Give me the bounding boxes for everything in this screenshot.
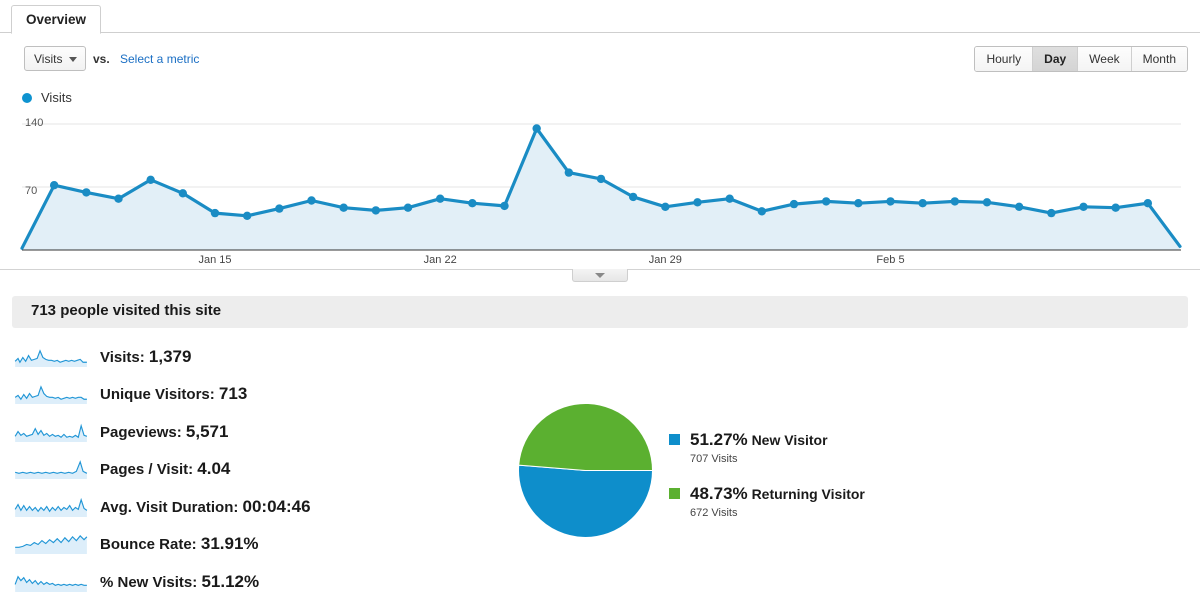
tab-strip: Overview <box>0 0 1200 34</box>
chart-legend: Visits <box>22 90 72 105</box>
pie-legend-returning-visitor-main: 48.73% Returning Visitor <box>690 484 1069 504</box>
pie-legend: 51.27% New Visitor 707 Visits 48.73% Ret… <box>669 430 1069 538</box>
summary-band: 713 people visited this site <box>12 296 1188 328</box>
metric-value: 51.12% <box>201 571 260 591</box>
pie-legend-new-visitor-visits: 707 Visits <box>690 453 738 465</box>
chevron-down-icon <box>69 57 77 62</box>
tab-strip-left-stub <box>0 0 11 33</box>
metric-row[interactable]: Pages / Visit: 4.04 <box>0 451 480 489</box>
new-visits-sparkline <box>14 575 87 592</box>
x-axis-tick-jan-22: Jan 22 <box>423 254 457 266</box>
metric-label: Pages / Visit: <box>100 461 198 479</box>
visits-time-series-chart[interactable] <box>0 113 1200 273</box>
chart-controls: Visits vs. Select a metric Hourly Day We… <box>0 33 1200 87</box>
tab-overview[interactable]: Overview <box>11 5 102 34</box>
pie-slice[interactable] <box>518 402 654 471</box>
metric-label: Unique Visitors: <box>100 386 219 404</box>
legend-dot-icon <box>22 92 32 103</box>
metric-row[interactable]: Pageviews: 5,571 <box>0 413 480 451</box>
unique-visitors-sparkline <box>14 385 87 405</box>
pie-legend-new-visitor-label: New Visitor <box>751 432 828 448</box>
pie-legend-item-returning-visitor[interactable]: 48.73% Returning Visitor 672 Visits <box>669 484 1069 519</box>
pie-legend-new-visitor-main: 51.27% New Visitor <box>690 430 1069 450</box>
summary-title: 713 people visited this site <box>31 302 222 319</box>
metric-label: Visits: <box>100 348 149 366</box>
metric-text: Avg. Visit Duration: 00:04:46 <box>100 497 311 517</box>
metric-text: Visits: 1,379 <box>100 347 191 367</box>
bounce-rate-sparkline <box>15 535 88 555</box>
y-axis-tick-140: 140 <box>25 117 44 129</box>
pie-legend-new-visitor-percent: 51.27% <box>690 430 748 449</box>
metric-select-dropdown[interactable]: Visits <box>24 46 86 71</box>
pie-slice[interactable] <box>518 464 654 538</box>
metric-row[interactable]: % New Visits: 51.12% <box>0 563 480 601</box>
pie-swatch-returning-visitor-icon <box>669 488 680 499</box>
metric-row[interactable]: Visits: 1,379 <box>0 338 480 376</box>
pie-legend-item-new-visitor[interactable]: 51.27% New Visitor 707 Visits <box>669 430 1069 465</box>
new-vs-returning-pie-chart[interactable] <box>518 402 654 538</box>
pages-per-visit-sparkline <box>15 460 88 480</box>
x-axis-tick-jan-15: Jan 15 <box>198 254 232 266</box>
metric-label: Bounce Rate: <box>100 536 201 554</box>
granularity-month[interactable]: Month <box>1131 47 1187 71</box>
y-axis-tick-70: 70 <box>25 185 38 197</box>
visits-sparkline <box>14 348 87 367</box>
metric-value: 31.91% <box>200 534 259 554</box>
metric-text: % New Visits: 51.12% <box>100 572 259 592</box>
metric-select-value: Visits <box>34 52 63 66</box>
metrics-list: Visits: 1,379 Unique Visitors: 713 Pagevie… <box>0 338 480 601</box>
metric-value: 00:04:46 <box>242 496 311 516</box>
metric-label: % New Visits: <box>100 573 202 591</box>
granularity-segmented-control: Hourly Day Week Month <box>974 46 1188 72</box>
vs-label: vs. <box>93 52 110 66</box>
avg-visit-duration-sparkline <box>14 497 88 517</box>
x-axis-tick-feb-5: Feb 5 <box>876 254 905 266</box>
metric-text: Pages / Visit: 4.04 <box>100 459 230 479</box>
select-a-metric-link[interactable]: Select a metric <box>120 52 199 66</box>
granularity-day[interactable]: Day <box>1033 47 1079 71</box>
pie-legend-returning-visitor-visits: 672 Visits <box>690 507 738 519</box>
pie-legend-returning-visitor-percent: 48.73% <box>690 484 748 503</box>
metric-value: 4.04 <box>197 459 231 479</box>
chevron-down-icon <box>595 273 605 278</box>
metric-value: 713 <box>218 384 248 404</box>
pie-legend-returning-visitor-label: Returning Visitor <box>751 486 865 502</box>
metric-value: 1,379 <box>148 346 192 366</box>
granularity-week[interactable]: Week <box>1078 47 1132 71</box>
collapse-chart-button[interactable] <box>572 269 628 282</box>
chart-legend-label: Visits <box>41 90 72 105</box>
metric-text: Unique Visitors: 713 <box>100 384 247 404</box>
metric-row[interactable]: Unique Visitors: 713 <box>0 376 480 414</box>
x-axis-tick-jan-29: Jan 29 <box>648 254 682 266</box>
metric-value: 5,571 <box>185 421 229 441</box>
metric-label: Avg. Visit Duration: <box>100 498 243 516</box>
metric-row[interactable]: Avg. Visit Duration: 00:04:46 <box>0 488 480 526</box>
metric-label: Pageviews: <box>100 423 186 441</box>
tab-overview-label: Overview <box>26 12 87 27</box>
metric-row[interactable]: Bounce Rate: 31.91% <box>0 526 480 564</box>
pie-chart-svg <box>518 402 654 538</box>
metric-text: Bounce Rate: 31.91% <box>100 534 259 554</box>
visits-chart-svg <box>20 123 1182 251</box>
pie-swatch-new-visitor-icon <box>669 434 680 445</box>
pageviews-sparkline <box>14 423 88 442</box>
granularity-hourly[interactable]: Hourly <box>975 47 1034 71</box>
metric-text: Pageviews: 5,571 <box>100 422 228 442</box>
